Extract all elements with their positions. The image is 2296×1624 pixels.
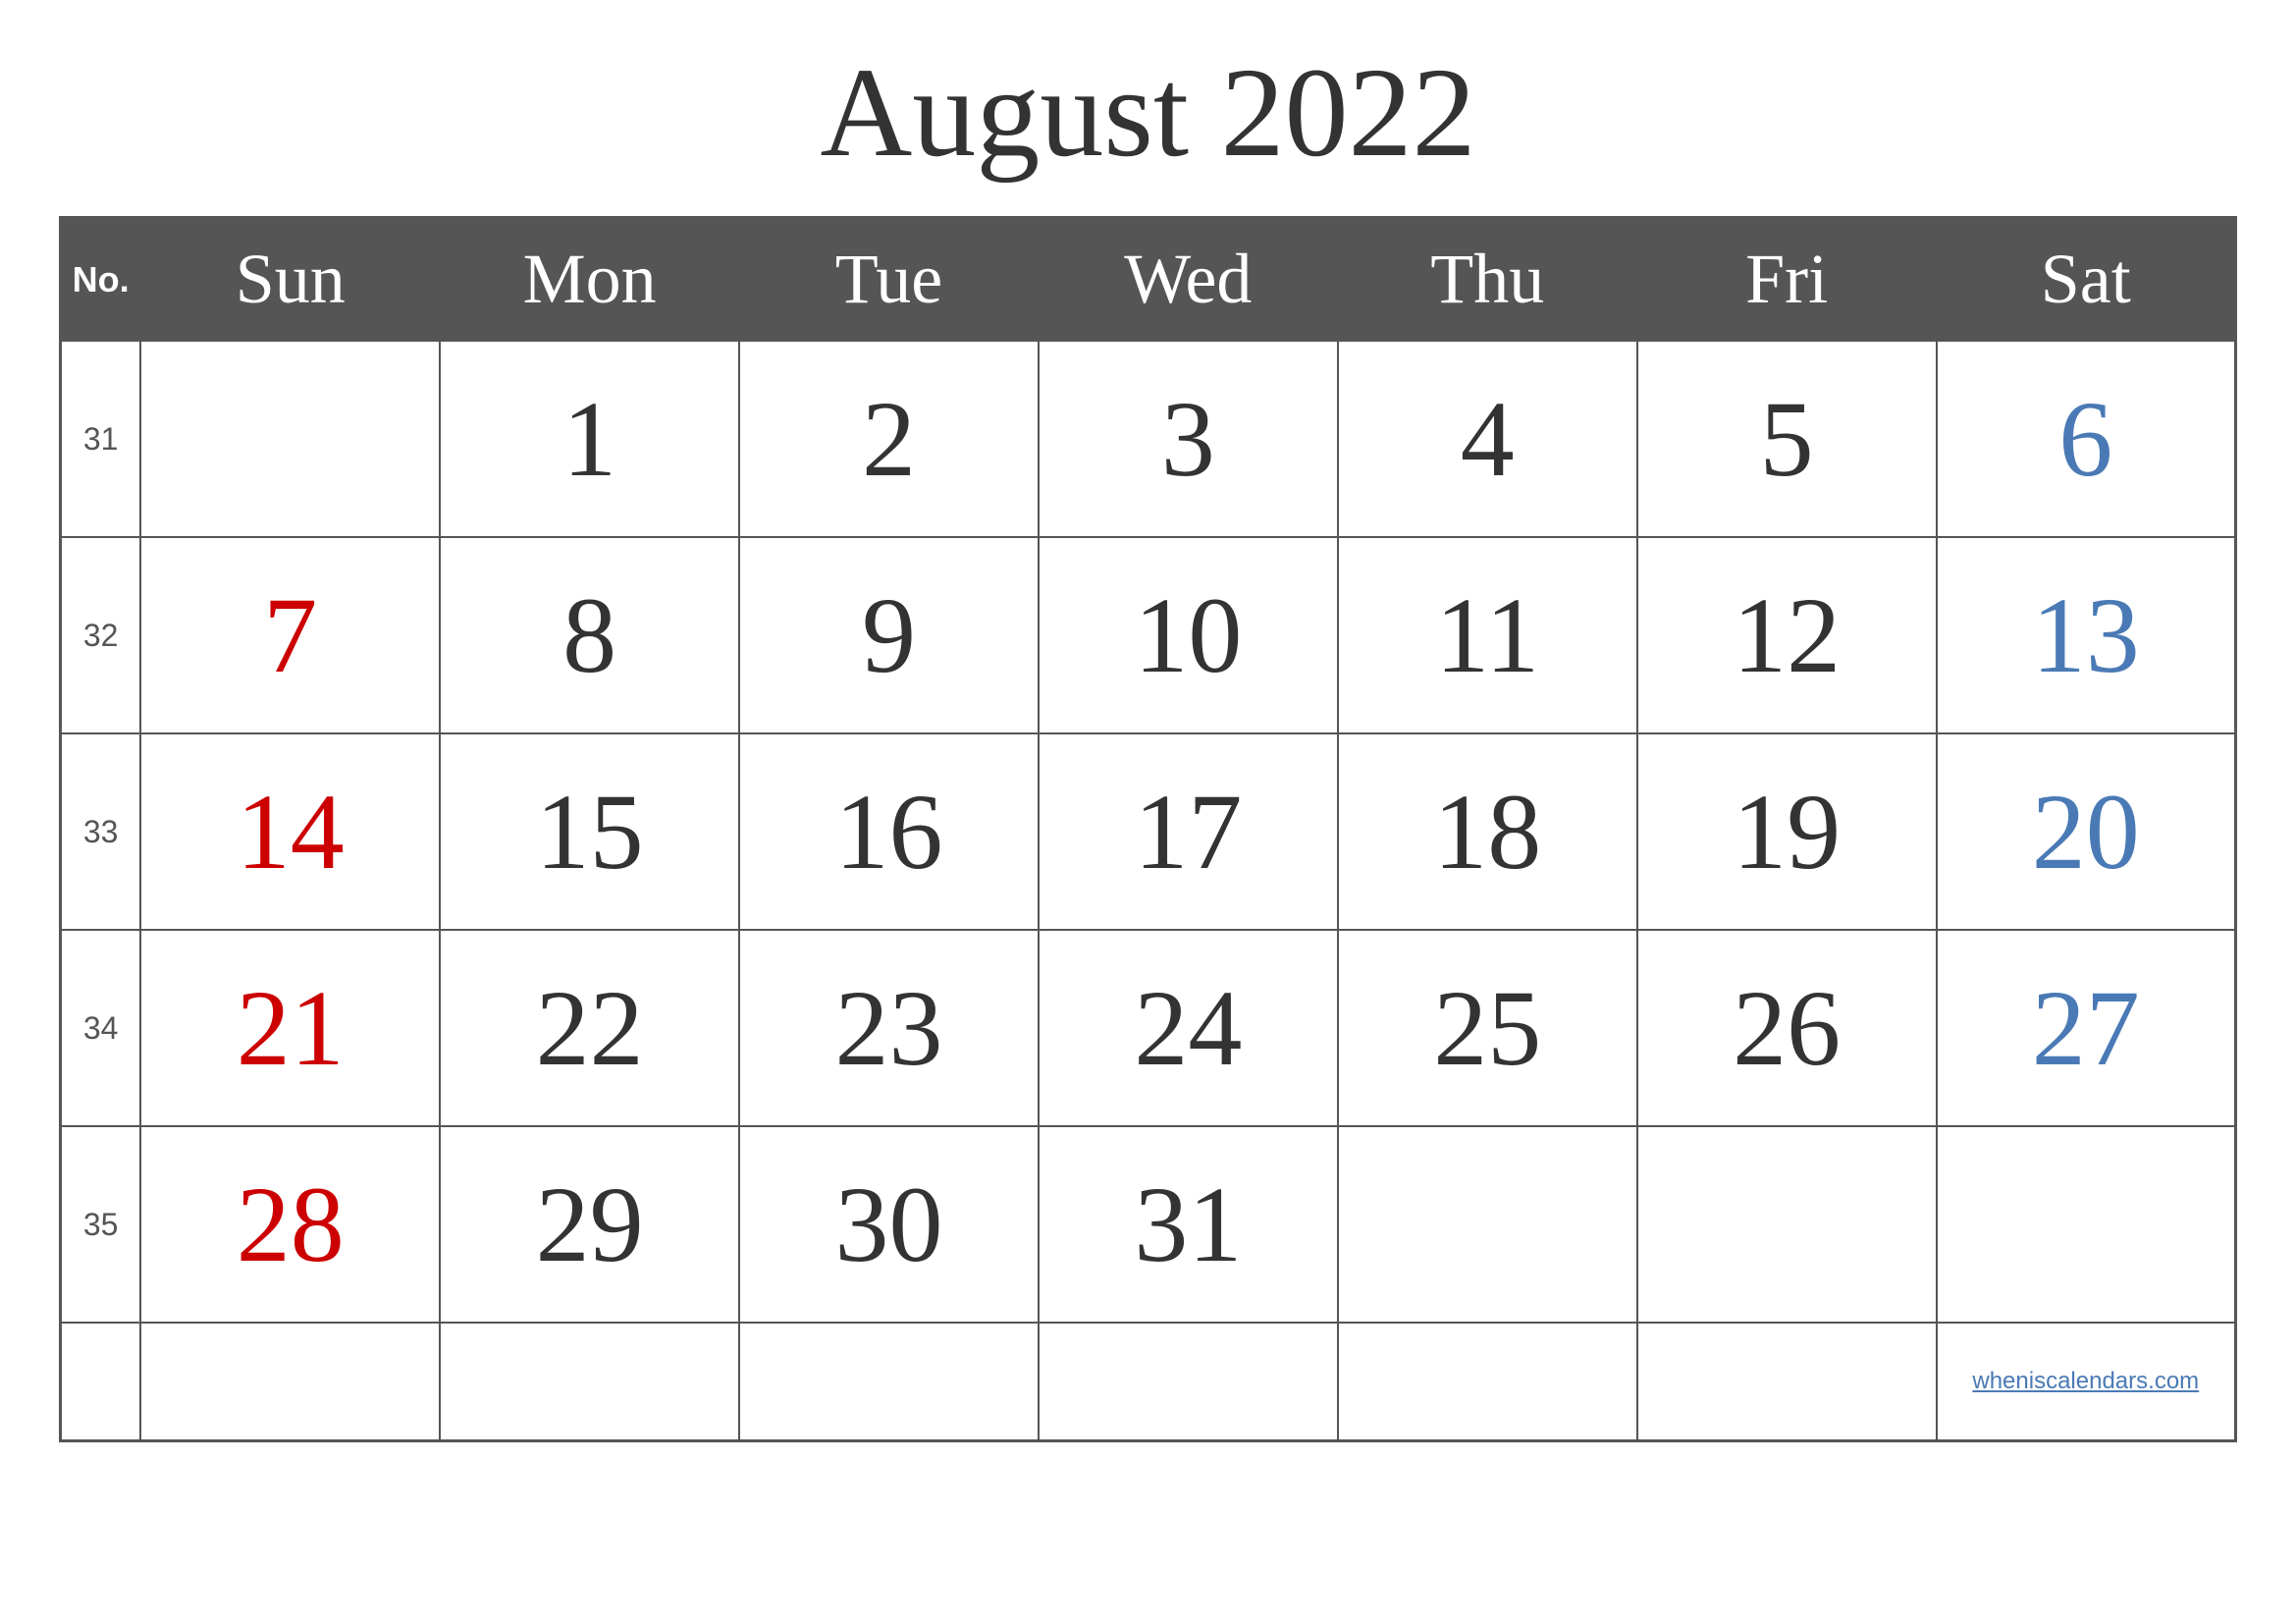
header-row: No. Sun Mon Tue Wed Thu Fri Sat [61, 218, 2236, 342]
week-number: 32 [61, 537, 141, 733]
day-cell: 19 [1637, 733, 1937, 930]
day-cell [1338, 1126, 1637, 1323]
header-mon: Mon [440, 218, 739, 342]
day-cell [140, 341, 440, 537]
header-thu: Thu [1338, 218, 1637, 342]
week-number: 31 [61, 341, 141, 537]
header-tue: Tue [739, 218, 1039, 342]
day-cell: 12 [1637, 537, 1937, 733]
last-row: wheniscalendars.com [61, 1323, 2236, 1440]
day-cell: 8 [440, 537, 739, 733]
week-number: 33 [61, 733, 141, 930]
day-cell: 3 [1039, 341, 1338, 537]
empty-cell [61, 1323, 141, 1440]
day-cell: 2 [739, 341, 1039, 537]
day-cell: 10 [1039, 537, 1338, 733]
day-cell: 21 [140, 930, 440, 1126]
day-cell: 7 [140, 537, 440, 733]
day-cell: 23 [739, 930, 1039, 1126]
day-cell: 27 [1937, 930, 2236, 1126]
header-no: No. [61, 218, 141, 342]
day-cell [1637, 1126, 1937, 1323]
day-cell: 28 [140, 1126, 440, 1323]
empty-cell [440, 1323, 739, 1440]
day-cell: 20 [1937, 733, 2236, 930]
day-cell: 22 [440, 930, 739, 1126]
header-wed: Wed [1039, 218, 1338, 342]
day-cell [1937, 1126, 2236, 1323]
day-cell: 24 [1039, 930, 1338, 1126]
day-cell: 16 [739, 733, 1039, 930]
day-cell: 15 [440, 733, 739, 930]
empty-cell [739, 1323, 1039, 1440]
week-row-32: 3278910111213 [61, 537, 2236, 733]
day-cell: 5 [1637, 341, 1937, 537]
day-cell: 17 [1039, 733, 1338, 930]
day-cell: 4 [1338, 341, 1637, 537]
week-row-34: 3421222324252627 [61, 930, 2236, 1126]
day-cell: 25 [1338, 930, 1637, 1126]
header-sat: Sat [1937, 218, 2236, 342]
header-sun: Sun [140, 218, 440, 342]
day-cell: 26 [1637, 930, 1937, 1126]
watermark-cell: wheniscalendars.com [1937, 1323, 2236, 1440]
header-fri: Fri [1637, 218, 1937, 342]
day-cell: 30 [739, 1126, 1039, 1323]
calendar-page: August 2022 No. Sun Mon Tue Wed Thu Fri … [0, 0, 2296, 1624]
day-cell: 6 [1937, 341, 2236, 537]
watermark-link[interactable]: wheniscalendars.com [1972, 1368, 2199, 1394]
day-cell: 31 [1039, 1126, 1338, 1323]
day-cell: 11 [1338, 537, 1637, 733]
week-number: 34 [61, 930, 141, 1126]
week-row-35: 3528293031 [61, 1126, 2236, 1323]
empty-cell [140, 1323, 440, 1440]
day-cell: 9 [739, 537, 1039, 733]
empty-cell [1338, 1323, 1637, 1440]
week-row-31: 31 123456 [61, 341, 2236, 537]
empty-cell [1637, 1323, 1937, 1440]
day-cell: 29 [440, 1126, 739, 1323]
day-cell: 1 [440, 341, 739, 537]
calendar-title: August 2022 [820, 39, 1475, 187]
week-row-33: 3314151617181920 [61, 733, 2236, 930]
calendar-table: No. Sun Mon Tue Wed Thu Fri Sat 31123456… [59, 216, 2237, 1442]
day-cell: 18 [1338, 733, 1637, 930]
day-cell: 13 [1937, 537, 2236, 733]
week-number: 35 [61, 1126, 141, 1323]
empty-cell [1039, 1323, 1338, 1440]
day-cell: 14 [140, 733, 440, 930]
